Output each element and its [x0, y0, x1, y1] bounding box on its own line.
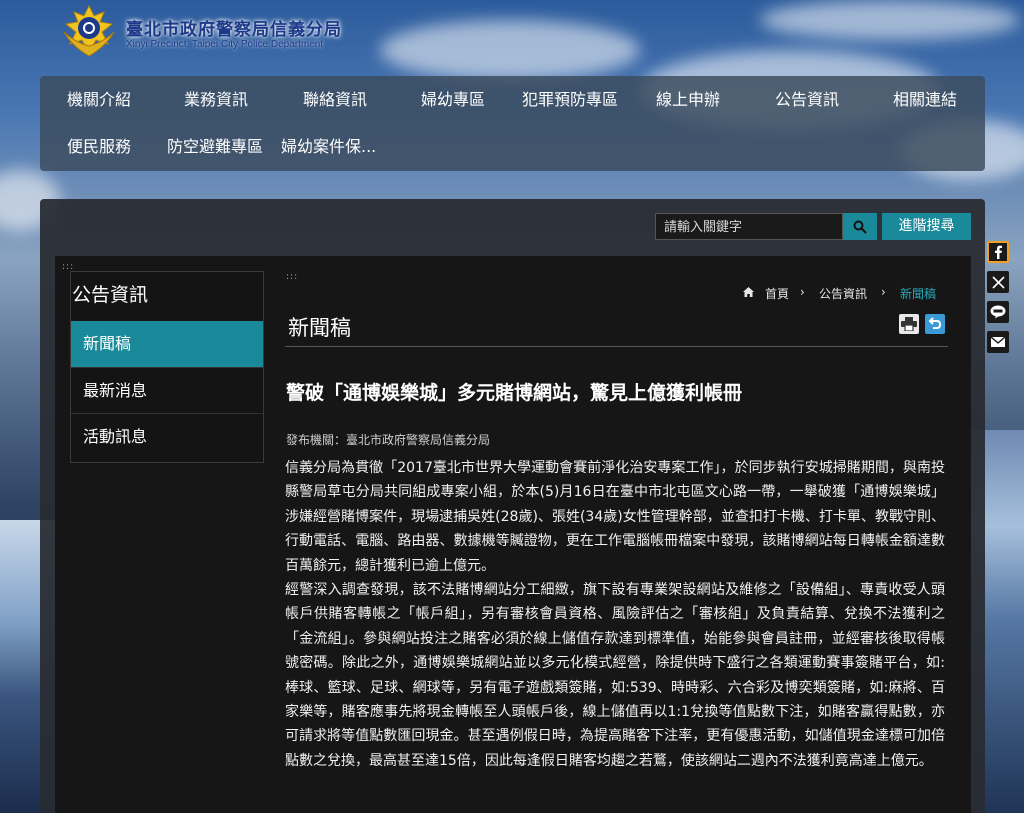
line-icon — [990, 305, 1006, 319]
sidebar-item-events[interactable]: 活動訊息 — [71, 413, 263, 459]
breadcrumb-home[interactable]: 首頁 — [765, 285, 789, 302]
back-button[interactable] — [925, 314, 945, 334]
drag-handle-icon: ::: — [286, 272, 299, 282]
nav-item-women-children-cases[interactable]: 婦幼案件保... — [281, 123, 376, 170]
share-x-button[interactable] — [987, 271, 1009, 293]
facebook-icon — [995, 245, 1002, 259]
search-input[interactable]: 請輸入關鍵字 — [655, 213, 843, 240]
sidebar: 公告資訊 新聞稿 最新消息 活動訊息 — [70, 271, 264, 463]
share-facebook-button[interactable] — [987, 241, 1009, 263]
drag-handle-icon: ::: — [62, 262, 75, 272]
advanced-search-button[interactable]: 進階搜尋 — [882, 213, 971, 240]
nav-item-online-service[interactable]: 線上申辦 — [656, 76, 720, 123]
article-body: 信義分局為貫徹「2017臺北市世界大學運動會賽前淨化治安專案工作」，於同步執行安… — [285, 456, 945, 773]
main-navigation: 機關介紹 業務資訊 聯絡資訊 婦幼專區 犯罪預防專區 線上申辦 公告資訊 相關連… — [40, 76, 985, 171]
nav-item-crime-prevention[interactable]: 犯罪預防專區 — [522, 76, 618, 123]
site-subtitle: Xinyi Precinct, Taipei City Police Depar… — [126, 38, 324, 50]
chevron-right-icon: › — [800, 285, 805, 299]
search-button[interactable] — [843, 213, 877, 240]
article-paragraph: 經警深入調查發現，該不法賭博網站分工細緻，旗下設有專業架設網站及維修之「設備組」… — [285, 582, 945, 769]
article-paragraph: 信義分局為貫徹「2017臺北市世界大學運動會賽前淨化治安專案工作」，於同步執行安… — [285, 460, 945, 574]
nav-item-related-links[interactable]: 相關連結 — [893, 76, 957, 123]
home-icon — [743, 287, 754, 297]
nav-item-air-raid-shelter[interactable]: 防空避難專區 — [167, 123, 263, 170]
background-cloud — [760, 0, 1020, 40]
nav-item-business-info[interactable]: 業務資訊 — [184, 76, 248, 123]
article-title: 警破「通博娛樂城」多元賭博網站，驚見上億獲利帳冊 — [286, 382, 743, 404]
page-title: 新聞稿 — [288, 316, 351, 340]
sidebar-title: 公告資訊 — [72, 284, 149, 306]
site-logo[interactable]: 臺北市政府警察局信義分局 Xinyi Precinct, Taipei City… — [58, 2, 342, 62]
sidebar-item-latest-news[interactable]: 最新消息 — [71, 367, 263, 413]
article-publisher: 發布機關：臺北市政府警察局信義分局 — [286, 433, 491, 447]
nav-item-agency-intro[interactable]: 機關介紹 — [67, 76, 131, 123]
sidebar-item-press-release[interactable]: 新聞稿 — [71, 321, 263, 367]
x-icon — [991, 275, 1005, 289]
chevron-right-icon: › — [881, 285, 886, 299]
breadcrumb-current: 新聞稿 — [900, 287, 937, 301]
nav-item-announcements[interactable]: 公告資訊 — [775, 76, 839, 123]
email-icon — [991, 337, 1005, 347]
police-emblem-icon — [58, 2, 120, 62]
site-title: 臺北市政府警察局信義分局 — [126, 19, 342, 40]
return-icon — [928, 317, 942, 329]
breadcrumb-announcements[interactable]: 公告資訊 — [819, 285, 867, 302]
share-line-button[interactable] — [987, 301, 1009, 323]
title-divider — [285, 346, 948, 347]
background-cloud — [380, 20, 640, 80]
nav-item-contact-info[interactable]: 聯絡資訊 — [303, 76, 367, 123]
search-icon — [853, 220, 867, 234]
nav-item-women-children[interactable]: 婦幼專區 — [421, 76, 485, 123]
print-icon — [901, 317, 917, 331]
print-button[interactable] — [899, 314, 919, 334]
share-email-button[interactable] — [987, 331, 1009, 353]
nav-item-public-service[interactable]: 便民服務 — [67, 123, 131, 170]
